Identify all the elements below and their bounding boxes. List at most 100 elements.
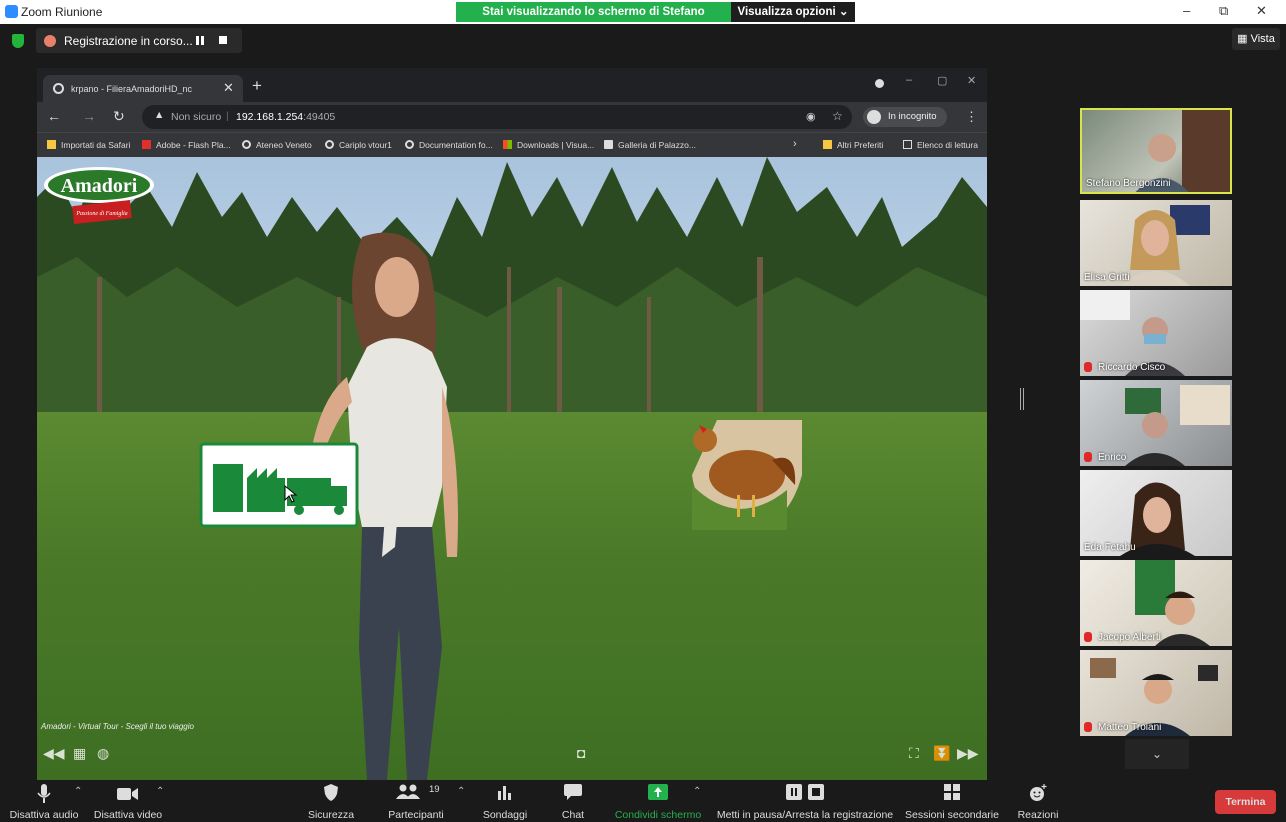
tracking-eye-icon[interactable]: ◉ bbox=[806, 110, 816, 123]
tour-caption: Amadori - Virtual Tour - Scegli il tuo v… bbox=[41, 722, 194, 731]
audio-options-caret-icon[interactable]: ⌃ bbox=[74, 786, 82, 797]
sharing-banner: Stai visualizzando lo schermo di Stefano… bbox=[456, 2, 731, 38]
recording-icon bbox=[44, 35, 56, 47]
participants-button[interactable]: 19 Partecipanti bbox=[380, 780, 452, 822]
url-host: 192.168.1.254 bbox=[236, 111, 304, 123]
virtual-tour-viewport[interactable]: Amadori Passione di Famiglia Amadori - V… bbox=[37, 157, 987, 780]
address-bar[interactable]: ▲ Non sicuro | 192.168.1.254:49405 ◉ ☆ bbox=[142, 105, 852, 129]
participant-tile[interactable]: Stefano Bergonzini bbox=[1080, 108, 1232, 194]
hide-menu-icon[interactable]: ⏬ bbox=[933, 745, 950, 762]
chicken-hotspot[interactable] bbox=[677, 415, 802, 530]
gallery-next-page-button[interactable]: ⌄ bbox=[1125, 739, 1189, 769]
polls-button[interactable]: Sondaggi bbox=[476, 780, 534, 822]
browser-tab[interactable]: krpano - FilieraAmadoriHD_nc ✕ bbox=[43, 75, 243, 102]
thumbnails-icon[interactable]: ▦ bbox=[73, 745, 86, 762]
breakout-rooms-label: Sessioni secondarie bbox=[905, 809, 999, 821]
bookmark-item[interactable]: Downloads | Visua... bbox=[503, 140, 594, 150]
participant-tile[interactable]: Elisa Gritti bbox=[1080, 200, 1232, 286]
pause-stop-recording-button[interactable]: Metti in pausa/Arresta la registrazione bbox=[712, 780, 898, 822]
muted-mic-icon bbox=[1084, 362, 1092, 372]
bookmark-star-icon[interactable]: ☆ bbox=[832, 109, 843, 123]
bookmark-item[interactable]: Adobe - Flash Pla... bbox=[142, 140, 231, 150]
stop-video-button[interactable]: Disattiva video bbox=[90, 780, 166, 822]
mute-audio-button[interactable]: Disattiva audio bbox=[4, 780, 84, 822]
incognito-badge[interactable]: In incognito bbox=[863, 107, 947, 127]
chat-label: Chat bbox=[561, 809, 585, 821]
meeting-controls-bar: Disattiva audio ⌃ Disattiva video ⌃ Sicu… bbox=[0, 780, 1286, 822]
bookmark-label: Cariplo vtour1 bbox=[339, 140, 392, 150]
zoom-app-icon bbox=[5, 5, 18, 18]
vr-headset-icon[interactable]: ◘ bbox=[577, 745, 585, 761]
view-options-button[interactable]: Visualizza opzioni ⌄ bbox=[731, 2, 855, 22]
participant-tile[interactable]: Enrico bbox=[1080, 380, 1232, 466]
forest-background bbox=[37, 157, 987, 427]
reactions-label: Reazioni bbox=[1017, 809, 1059, 821]
participants-options-caret-icon[interactable]: ⌃ bbox=[457, 786, 465, 797]
bookmark-item[interactable]: Documentation fo... bbox=[405, 140, 493, 150]
pause-recording-icon[interactable] bbox=[196, 36, 204, 45]
chrome-minimize-icon[interactable]: – bbox=[906, 74, 912, 86]
reading-list[interactable]: Elenco di lettura bbox=[903, 140, 978, 150]
emoji-plus-icon bbox=[1030, 784, 1047, 801]
bookmark-label: Downloads | Visua... bbox=[517, 140, 595, 150]
chrome-close-icon[interactable]: ✕ bbox=[967, 74, 976, 87]
next-icon[interactable]: ▶▶ bbox=[957, 745, 979, 762]
chrome-maximize-icon[interactable]: ▢ bbox=[937, 74, 947, 87]
logistics-hotspot[interactable] bbox=[199, 442, 359, 528]
participant-tile[interactable]: Riccardo Cisco bbox=[1080, 290, 1232, 376]
restore-button[interactable]: ⧉ bbox=[1219, 3, 1228, 19]
chevron-down-icon: ⌄ bbox=[1151, 747, 1163, 761]
map-icon[interactable]: ◍ bbox=[97, 745, 109, 762]
extension-icon[interactable] bbox=[875, 79, 884, 88]
incognito-label: In incognito bbox=[888, 111, 937, 122]
window-titlebar: Zoom Riunione Stai visualizzando lo sche… bbox=[0, 0, 1286, 38]
url-text: 192.168.1.254:49405 bbox=[236, 111, 335, 123]
fullscreen-icon[interactable]: ⛶ bbox=[909, 745, 919, 762]
splitter-handle[interactable] bbox=[1020, 388, 1024, 410]
bookmark-item[interactable]: Cariplo vtour1 bbox=[325, 140, 392, 150]
microphone-icon bbox=[37, 784, 51, 803]
incognito-icon bbox=[867, 110, 881, 124]
video-camera-icon bbox=[117, 788, 138, 800]
reload-icon[interactable]: ↻ bbox=[113, 108, 125, 125]
poll-chart-icon bbox=[498, 786, 511, 800]
tab-close-icon[interactable]: ✕ bbox=[223, 80, 234, 96]
close-button[interactable]: ✕ bbox=[1256, 3, 1267, 19]
view-button[interactable]: ▦ Vista bbox=[1232, 28, 1280, 50]
share-screen-icon bbox=[648, 784, 668, 800]
participant-tile[interactable]: Matteo Troiani bbox=[1080, 650, 1232, 736]
recording-label: Registrazione in corso... bbox=[64, 34, 193, 48]
end-meeting-button[interactable]: Termina bbox=[1215, 790, 1276, 814]
globe-icon bbox=[405, 140, 414, 149]
participant-tile[interactable]: Eda Fetahu bbox=[1080, 470, 1232, 556]
minimize-button[interactable]: – bbox=[1183, 3, 1190, 18]
tab-title: krpano - FilieraAmadoriHD_nc bbox=[71, 84, 193, 94]
new-tab-icon[interactable]: + bbox=[252, 76, 262, 96]
forward-icon[interactable]: → bbox=[82, 108, 96, 124]
participant-tile[interactable]: Jacopo Alberti bbox=[1080, 560, 1232, 646]
more-bookmarks-icon[interactable]: › bbox=[793, 138, 797, 150]
bookmark-item[interactable]: Galleria di Palazzo... bbox=[604, 140, 696, 150]
back-icon[interactable]: ← bbox=[47, 108, 61, 124]
browser-menu-icon[interactable]: ⋮ bbox=[965, 109, 978, 125]
security-shield-icon[interactable] bbox=[12, 34, 24, 48]
polls-label: Sondaggi bbox=[482, 809, 528, 821]
share-options-caret-icon[interactable]: ⌃ bbox=[693, 786, 701, 797]
bookmark-label: Importati da Safari bbox=[61, 140, 131, 150]
security-button[interactable]: Sicurezza bbox=[296, 780, 366, 822]
chat-button[interactable]: Chat bbox=[550, 780, 596, 822]
reading-list-label: Elenco di lettura bbox=[917, 140, 978, 150]
share-screen-button[interactable]: Condividi schermo bbox=[612, 780, 704, 822]
reactions-button[interactable]: Reazioni bbox=[1012, 780, 1064, 822]
previous-icon[interactable]: ◀◀ bbox=[43, 745, 65, 762]
pause-stop-icon bbox=[786, 784, 824, 800]
participant-name: Jacopo Alberti bbox=[1098, 632, 1161, 643]
bookmark-item[interactable]: Importati da Safari bbox=[47, 140, 130, 150]
bookmark-label: Documentation fo... bbox=[419, 140, 493, 150]
stop-recording-icon[interactable] bbox=[219, 36, 227, 44]
video-options-caret-icon[interactable]: ⌃ bbox=[156, 786, 164, 797]
bookmark-item[interactable]: Ateneo Veneto bbox=[242, 140, 312, 150]
bookmark-folder-other[interactable]: Altri Preferiti bbox=[823, 140, 883, 150]
participant-name: Enrico bbox=[1098, 452, 1127, 463]
breakout-rooms-button[interactable]: Sessioni secondarie bbox=[902, 780, 1002, 822]
